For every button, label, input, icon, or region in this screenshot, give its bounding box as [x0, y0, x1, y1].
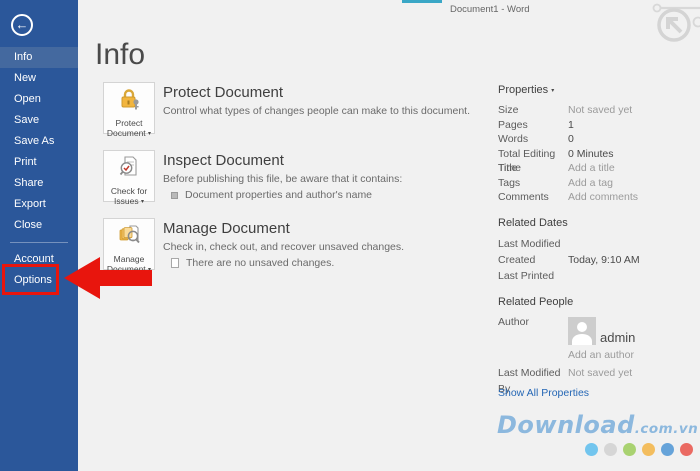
- show-all-properties-link[interactable]: Show All Properties: [498, 387, 693, 399]
- bullet-text: There are no unsaved changes.: [186, 257, 334, 269]
- check-for-issues-button-label: Check for Issues ▾: [104, 186, 154, 207]
- inspect-bullet-item: Document properties and author's name: [171, 189, 493, 201]
- related-dates-header: Related Dates: [498, 217, 693, 229]
- add-author-button[interactable]: Add an author: [568, 349, 693, 361]
- sidebar-item-share[interactable]: Share: [0, 173, 78, 194]
- section-description: Control what types of changes people can…: [163, 105, 493, 117]
- back-button[interactable]: ←: [11, 14, 33, 36]
- logo-dot: [661, 443, 674, 456]
- sidebar-item-new[interactable]: New: [0, 68, 78, 89]
- created-value: Today, 9:10 AM: [568, 252, 640, 268]
- sidebar-item-info[interactable]: Info: [0, 47, 78, 68]
- inspect-document-icon: [117, 156, 141, 178]
- page-title: Info: [95, 38, 145, 72]
- properties-panel: Properties ▾ Size Not saved yet Pages 1 …: [498, 84, 693, 399]
- sidebar-item-print[interactable]: Print: [0, 152, 78, 173]
- caret-down-icon: ▾: [148, 131, 151, 137]
- check-for-issues-button[interactable]: Check for Issues ▾: [103, 150, 155, 202]
- back-icon: ←: [16, 17, 29, 32]
- last-modified-by-row: Last Modified By Not saved yet: [498, 365, 693, 381]
- section-description: Before publishing this file, be aware th…: [163, 173, 493, 185]
- window-title: Document1 - Word: [450, 4, 530, 15]
- red-arrow-annotation: [60, 250, 155, 305]
- manage-bullet-item: There are no unsaved changes.: [171, 257, 493, 269]
- property-row-tags: Tags Add a tag: [498, 176, 693, 191]
- logo-dot: [585, 443, 598, 456]
- last-modified-by-value: Not saved yet: [568, 365, 632, 381]
- logo-dots: [585, 443, 693, 456]
- word-backstage-window: Document1 - Word ← Info New Open Save Sa…: [0, 0, 700, 471]
- inspect-document-text: Inspect Document Before publishing this …: [163, 152, 493, 201]
- logo-dot: [623, 443, 636, 456]
- sidebar-item-export[interactable]: Export: [0, 194, 78, 215]
- add-title-field[interactable]: Add a title: [568, 161, 615, 176]
- logo-dot: [642, 443, 655, 456]
- property-row-words: Words 0: [498, 132, 693, 147]
- related-people-header: Related People: [498, 296, 693, 308]
- protect-document-button-label: Protect Document ▾: [104, 118, 154, 139]
- logo-text: Download.com.vn: [497, 412, 697, 442]
- protect-document-button[interactable]: Protect Document ▾: [103, 82, 155, 134]
- section-description: Check in, check out, and recover unsaved…: [163, 241, 493, 253]
- pages-value: 1: [568, 118, 574, 133]
- screen-recorder-watermark-icon: [610, 0, 700, 55]
- protect-document-text: Protect Document Control what types of c…: [163, 84, 493, 117]
- properties-bullet-icon: [171, 192, 178, 199]
- size-value: Not saved yet: [568, 103, 632, 118]
- unsaved-doc-icon: [171, 258, 179, 268]
- logo-dot: [680, 443, 693, 456]
- properties-header[interactable]: Properties ▾: [498, 84, 693, 96]
- sidebar-item-save-as[interactable]: Save As: [0, 131, 78, 152]
- property-row-title: Title Add a title: [498, 161, 693, 176]
- date-row-last-modified: Last Modified: [498, 236, 693, 252]
- download-com-vn-logo: Download.com.vn: [497, 412, 697, 442]
- caret-down-icon: ▾: [141, 199, 144, 205]
- manage-document-text: Manage Document Check in, check out, and…: [163, 220, 493, 269]
- backstage-sidebar: ← Info New Open Save Save As Print Share…: [0, 0, 78, 471]
- lock-key-icon: [117, 88, 141, 110]
- property-row-pages: Pages 1: [498, 118, 693, 133]
- section-title: Protect Document: [163, 84, 493, 101]
- sidebar-item-open[interactable]: Open: [0, 89, 78, 110]
- property-row-comments: Comments Add comments: [498, 190, 693, 205]
- bullet-text: Document properties and author's name: [185, 189, 372, 201]
- section-title: Manage Document: [163, 220, 493, 237]
- logo-dot: [604, 443, 617, 456]
- add-tag-field[interactable]: Add a tag: [568, 176, 613, 191]
- sidebar-item-save[interactable]: Save: [0, 110, 78, 131]
- property-row-editing-time: Total Editing Time 0 Minutes: [498, 147, 693, 162]
- options-highlight-box: [2, 264, 59, 295]
- words-value: 0: [568, 132, 574, 147]
- editing-time-value: 0 Minutes: [568, 147, 614, 162]
- sidebar-item-close[interactable]: Close: [0, 215, 78, 236]
- top-accent-bar: [402, 0, 442, 3]
- add-comments-field[interactable]: Add comments: [568, 190, 638, 205]
- author-avatar: [568, 317, 596, 345]
- property-row-size: Size Not saved yet: [498, 103, 693, 118]
- caret-down-icon: ▾: [551, 88, 554, 94]
- date-row-created: Created Today, 9:10 AM: [498, 252, 693, 268]
- sidebar-divider: [10, 242, 68, 243]
- date-row-last-printed: Last Printed: [498, 268, 693, 284]
- author-name[interactable]: admin: [600, 330, 635, 345]
- section-title: Inspect Document: [163, 152, 493, 169]
- manage-document-icon: [117, 224, 141, 246]
- author-row: admin: [568, 317, 693, 345]
